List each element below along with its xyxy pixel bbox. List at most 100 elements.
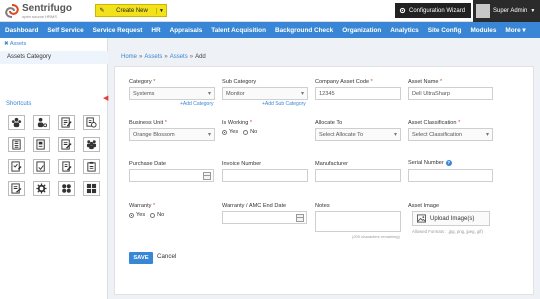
business-unit-select[interactable]: Orange Blossom [129,128,215,141]
business-unit-label-text: Business Unit [129,120,164,126]
nav-service-request[interactable]: Service Request [93,27,143,34]
main-nav: Dashboard Self Service Service Request H… [0,22,540,38]
warranty-yes-label: Yes [136,212,146,218]
is-working-label-text: Is Working [222,120,249,126]
required-marker: * [249,120,253,126]
required-marker: * [440,79,443,85]
nav-more[interactable]: More ▾ [505,26,525,34]
nav-analytics[interactable]: Analytics [390,27,418,34]
shortcut-calendar-document[interactable] [33,137,50,152]
people-group-icon [11,117,22,128]
shortcut-form[interactable] [8,181,25,196]
settings-icon [399,7,406,14]
create-new-label: Create New [116,7,148,14]
top-bar: Sentrifugo open source HRMS ✎ Create New… [0,0,540,22]
warranty-yes-radio[interactable] [129,212,134,218]
configuration-wizard-button[interactable]: Configuration Wizard [395,3,471,18]
notes-label: Notes [315,203,330,209]
calendar-icon[interactable] [296,214,304,222]
notes-char-counter: (200 characters remaining) [352,234,400,239]
edit-form-icon [61,117,72,128]
upload-image-icon [417,214,426,223]
asset-name-label: Asset Name * [408,79,442,85]
sidebar: ✖ Assets Assets Category ◀ Shortcuts [0,38,108,299]
business-unit-field: Business Unit * [129,120,167,126]
nav-appraisals[interactable]: Appraisals [170,27,203,34]
shortcut-edit-document[interactable] [58,137,75,152]
purchase-date-input[interactable] [129,169,214,182]
configuration-wizard-label: Configuration Wizard [409,7,466,14]
calendar-icon[interactable] [203,172,211,180]
nav-hr[interactable]: HR [151,27,160,34]
shortcut-gear[interactable] [33,181,50,196]
is-working-field: Is Working * [222,120,252,126]
manufacturer-input[interactable] [315,169,401,182]
shortcut-user-gear[interactable] [33,115,50,130]
warranty-end-date-field: Warranty / AMC End Date [222,203,286,209]
warranty-no-radio[interactable] [150,212,156,218]
caret-down-icon: ▼ [530,8,536,14]
collapse-arrow-icon[interactable]: ◀ [103,94,108,102]
breadcrumb-assets[interactable]: Assets [144,54,162,60]
create-new-button[interactable]: ✎ Create New ▼ [95,4,167,17]
shortcut-grid-apps[interactable] [58,181,75,196]
shortcut-people-group[interactable] [8,115,25,130]
is-working-yes-radio[interactable] [222,129,227,135]
nav-talent-acquisition[interactable]: Talent Acquisition [211,27,266,34]
sub-category-select[interactable]: Monitor [222,87,308,100]
serial-number-input[interactable] [408,169,493,182]
sidebar-section-title[interactable]: ✖ Assets [4,41,26,47]
nav-self-service[interactable]: Self Service [47,27,83,34]
checklist-icon [11,161,22,172]
warranty-end-date-input[interactable] [222,211,307,224]
shortcut-grid-tiles[interactable] [83,181,100,196]
shortcut-list-document[interactable] [8,137,25,152]
shortcut-edit-form[interactable] [58,115,75,130]
add-sub-category-link[interactable]: +Add Sub Category [262,101,306,107]
invoice-number-field: Invoice Number [222,161,261,167]
grid-tiles-icon [86,183,97,194]
nav-site-config[interactable]: Site Config [428,27,462,34]
asset-name-input[interactable]: Dell UltraSharp [408,87,493,100]
breadcrumb-assets-list[interactable]: Assets [170,54,188,60]
invoice-number-input[interactable] [222,169,308,182]
category-select[interactable]: Systems [129,87,215,100]
save-button[interactable]: SAVE [129,252,153,264]
shortcut-document-edit[interactable] [58,159,75,174]
shortcut-checklist[interactable] [8,159,25,174]
logo[interactable]: Sentrifugo open source HRMS [4,3,84,20]
breadcrumb: Home» Assets» Assets» Add [121,54,206,60]
allocate-to-select[interactable]: Select Allocate To [315,128,401,141]
cancel-button[interactable]: Cancel [157,253,176,260]
business-unit-label: Business Unit * [129,120,167,126]
asset-classification-label: Asset Classification * [408,120,460,126]
asset-classification-select[interactable]: Select Classification [408,128,493,141]
nav-background-check[interactable]: Background Check [275,27,333,34]
shortcut-clipboard[interactable] [83,159,100,174]
upload-image-button[interactable]: Upload Image(s) [412,211,490,226]
breadcrumb-home[interactable]: Home [121,54,137,60]
notes-textarea[interactable] [315,211,401,232]
shortcut-document-clock[interactable] [83,115,100,130]
edit-document-icon [61,139,72,150]
sidebar-item-assets-category[interactable]: Assets Category [0,51,108,64]
brand-name: Sentrifugo [22,3,72,14]
shortcuts-title: Shortcuts [6,101,32,107]
asset-code-input[interactable]: 12345 [315,87,401,100]
nav-organization[interactable]: Organization [342,27,381,34]
nav-dashboard[interactable]: Dashboard [5,27,38,34]
invoice-number-label: Invoice Number [222,161,262,167]
nav-modules[interactable]: Modules [470,27,496,34]
shortcut-note-check[interactable] [33,159,50,174]
info-icon[interactable]: ? [445,160,452,166]
shortcut-team[interactable] [83,137,100,152]
is-working-no-radio[interactable] [243,129,249,135]
user-menu[interactable]: Super Admin ▼ [473,0,540,22]
shortcuts-grid [8,115,100,196]
caret-down-icon[interactable]: ▼ [156,7,166,14]
sub-category-label: Sub Category [222,79,257,85]
warranty-field: Warranty * [129,203,155,209]
sentrifugo-logo-icon [5,4,19,18]
serial-number-label-text: Serial Number [408,160,444,166]
add-category-link[interactable]: +Add Category [180,101,214,107]
